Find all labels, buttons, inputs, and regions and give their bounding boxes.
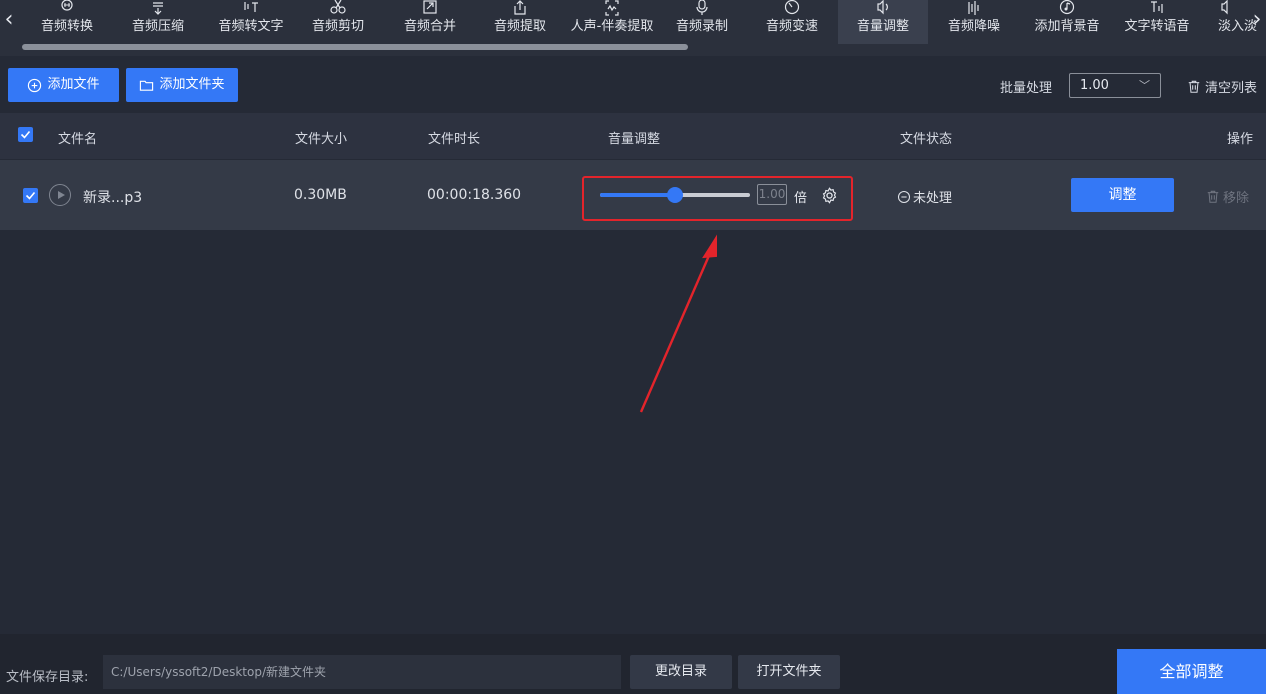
header-file-name: 文件名 bbox=[58, 132, 98, 147]
tool-audio-convert[interactable]: 音频转换 bbox=[22, 0, 112, 44]
tool-label: 文字转语音 bbox=[1124, 19, 1190, 34]
tool-label: 添加背景音 bbox=[1034, 19, 1100, 34]
plus-circle-icon bbox=[28, 78, 42, 92]
music-note-icon bbox=[1022, 0, 1112, 16]
scroll-left-arrow-icon[interactable]: ‹ bbox=[0, 8, 18, 32]
tool-audio-record[interactable]: 音频录制 bbox=[666, 0, 738, 44]
header-volume: 音量调整 bbox=[608, 132, 661, 147]
fade-icon bbox=[1212, 0, 1242, 16]
tool-audio-cut[interactable]: 音频剪切 bbox=[302, 0, 374, 44]
tool-label: 音量调整 bbox=[856, 19, 909, 34]
tool-audio-speed[interactable]: 音频变速 bbox=[756, 0, 828, 44]
play-icon[interactable] bbox=[49, 184, 71, 206]
tool-audio-compress[interactable]: 音频压缩 bbox=[122, 0, 194, 44]
file-size: 0.30MB bbox=[294, 187, 347, 203]
select-all-checkbox[interactable] bbox=[18, 127, 33, 142]
extract-icon bbox=[484, 0, 556, 16]
file-duration: 00:00:18.360 bbox=[427, 187, 522, 203]
clear-list-label: 清空列表 bbox=[1205, 81, 1258, 96]
remove-label: 移除 bbox=[1223, 191, 1250, 206]
tool-label: 音频变速 bbox=[765, 19, 818, 34]
checkmark-icon bbox=[20, 130, 31, 139]
volume-slider[interactable] bbox=[600, 187, 750, 203]
folder-icon bbox=[140, 80, 154, 91]
toolbar-scrollbar[interactable] bbox=[22, 44, 1266, 50]
microphone-icon bbox=[666, 0, 738, 16]
tool-label: 音频压缩 bbox=[131, 19, 184, 34]
tool-label: 音频合并 bbox=[403, 19, 456, 34]
trash-icon bbox=[1188, 80, 1200, 93]
volume-unit: 倍 bbox=[794, 191, 808, 206]
tool-audio-extract[interactable]: 音频提取 bbox=[484, 0, 556, 44]
table-header: 文件名 文件大小 文件时长 音量调整 文件状态 操作 bbox=[0, 113, 1266, 159]
save-path-field[interactable]: C:/Users/yssoft2/Desktop/新建文件夹 bbox=[103, 655, 621, 689]
adjust-all-button[interactable]: 全部调整 bbox=[1117, 649, 1266, 694]
annotation-arrow bbox=[639, 234, 717, 413]
tool-label: 音频剪切 bbox=[311, 19, 364, 34]
tool-add-bgm[interactable]: 添加背景音 bbox=[1022, 0, 1112, 44]
batch-volume-select[interactable]: 1.00 ﹀ bbox=[1069, 73, 1161, 98]
checkmark-icon bbox=[25, 191, 36, 200]
row-checkbox[interactable] bbox=[23, 188, 38, 203]
tool-label: 音频降噪 bbox=[947, 19, 1000, 34]
file-name: 新录...p3 bbox=[83, 190, 143, 206]
header-status: 文件状态 bbox=[900, 132, 953, 147]
vocal-extract-icon bbox=[566, 0, 658, 16]
speech-to-text-icon bbox=[206, 0, 296, 16]
add-folder-label: 添加文件夹 bbox=[159, 77, 225, 92]
adjust-button[interactable]: 调整 bbox=[1071, 178, 1174, 212]
volume-icon bbox=[838, 0, 928, 16]
volume-slider-knob[interactable] bbox=[667, 187, 683, 203]
merge-icon bbox=[394, 0, 466, 16]
batch-value: 1.00 bbox=[1080, 78, 1109, 93]
tool-text-to-speech[interactable]: 文字转语音 bbox=[1112, 0, 1202, 44]
add-folder-button[interactable]: 添加文件夹 bbox=[126, 68, 238, 102]
tool-list: 音频转换 音频压缩 音频转文字 音频剪切 音频合并 音频提取 人声-伴奏提取 音… bbox=[22, 0, 1266, 44]
add-file-label: 添加文件 bbox=[47, 77, 100, 92]
volume-input[interactable]: 1.00 bbox=[757, 184, 787, 205]
status-label: 未处理 bbox=[913, 191, 953, 206]
add-file-button[interactable]: 添加文件 bbox=[8, 68, 119, 102]
tool-vocal-extract[interactable]: 人声-伴奏提取 bbox=[566, 0, 658, 44]
volume-control-highlight bbox=[582, 176, 853, 221]
header-file-size: 文件大小 bbox=[295, 132, 348, 147]
header-action: 操作 bbox=[1227, 132, 1254, 147]
tool-volume-adjust[interactable]: 音量调整 bbox=[838, 0, 928, 44]
trash-icon bbox=[1207, 190, 1219, 203]
tool-label: 人声-伴奏提取 bbox=[570, 19, 654, 34]
chevron-down-icon: ﹀ bbox=[1139, 79, 1150, 92]
tool-label: 音频提取 bbox=[493, 19, 546, 34]
denoise-icon bbox=[938, 0, 1010, 16]
compress-icon bbox=[122, 0, 194, 16]
tool-navbar: ‹ 音频转换 音频压缩 音频转文字 音频剪切 音频合并 音频提取 人声-伴奏提取 bbox=[0, 0, 1266, 56]
tool-label: 音频转换 bbox=[40, 19, 93, 34]
header-duration: 文件时长 bbox=[428, 132, 481, 147]
scroll-right-arrow-icon[interactable]: › bbox=[1248, 8, 1266, 32]
audio-convert-icon bbox=[22, 0, 112, 16]
batch-process-label: 批量处理 bbox=[1000, 81, 1053, 96]
change-directory-button[interactable]: 更改目录 bbox=[630, 655, 732, 689]
save-directory-label: 文件保存目录: bbox=[6, 670, 89, 685]
file-status: 未处理 bbox=[897, 187, 952, 206]
open-folder-button[interactable]: 打开文件夹 bbox=[738, 655, 840, 689]
text-to-speech-icon bbox=[1112, 0, 1202, 16]
tool-label: 音频转文字 bbox=[218, 19, 284, 34]
tool-audio-denoise[interactable]: 音频降噪 bbox=[938, 0, 1010, 44]
tool-label: 音频录制 bbox=[675, 19, 728, 34]
minus-circle-icon bbox=[897, 190, 911, 203]
speed-icon bbox=[756, 0, 828, 16]
gear-icon[interactable] bbox=[821, 187, 838, 204]
tool-audio-merge[interactable]: 音频合并 bbox=[394, 0, 466, 44]
remove-button[interactable]: 移除 bbox=[1206, 187, 1249, 206]
tool-speech-to-text[interactable]: 音频转文字 bbox=[206, 0, 296, 44]
scrollbar-thumb[interactable] bbox=[22, 44, 688, 50]
volume-slider-fill bbox=[600, 193, 675, 197]
clear-list-button[interactable]: 清空列表 bbox=[1187, 77, 1257, 96]
scissors-icon bbox=[302, 0, 374, 16]
